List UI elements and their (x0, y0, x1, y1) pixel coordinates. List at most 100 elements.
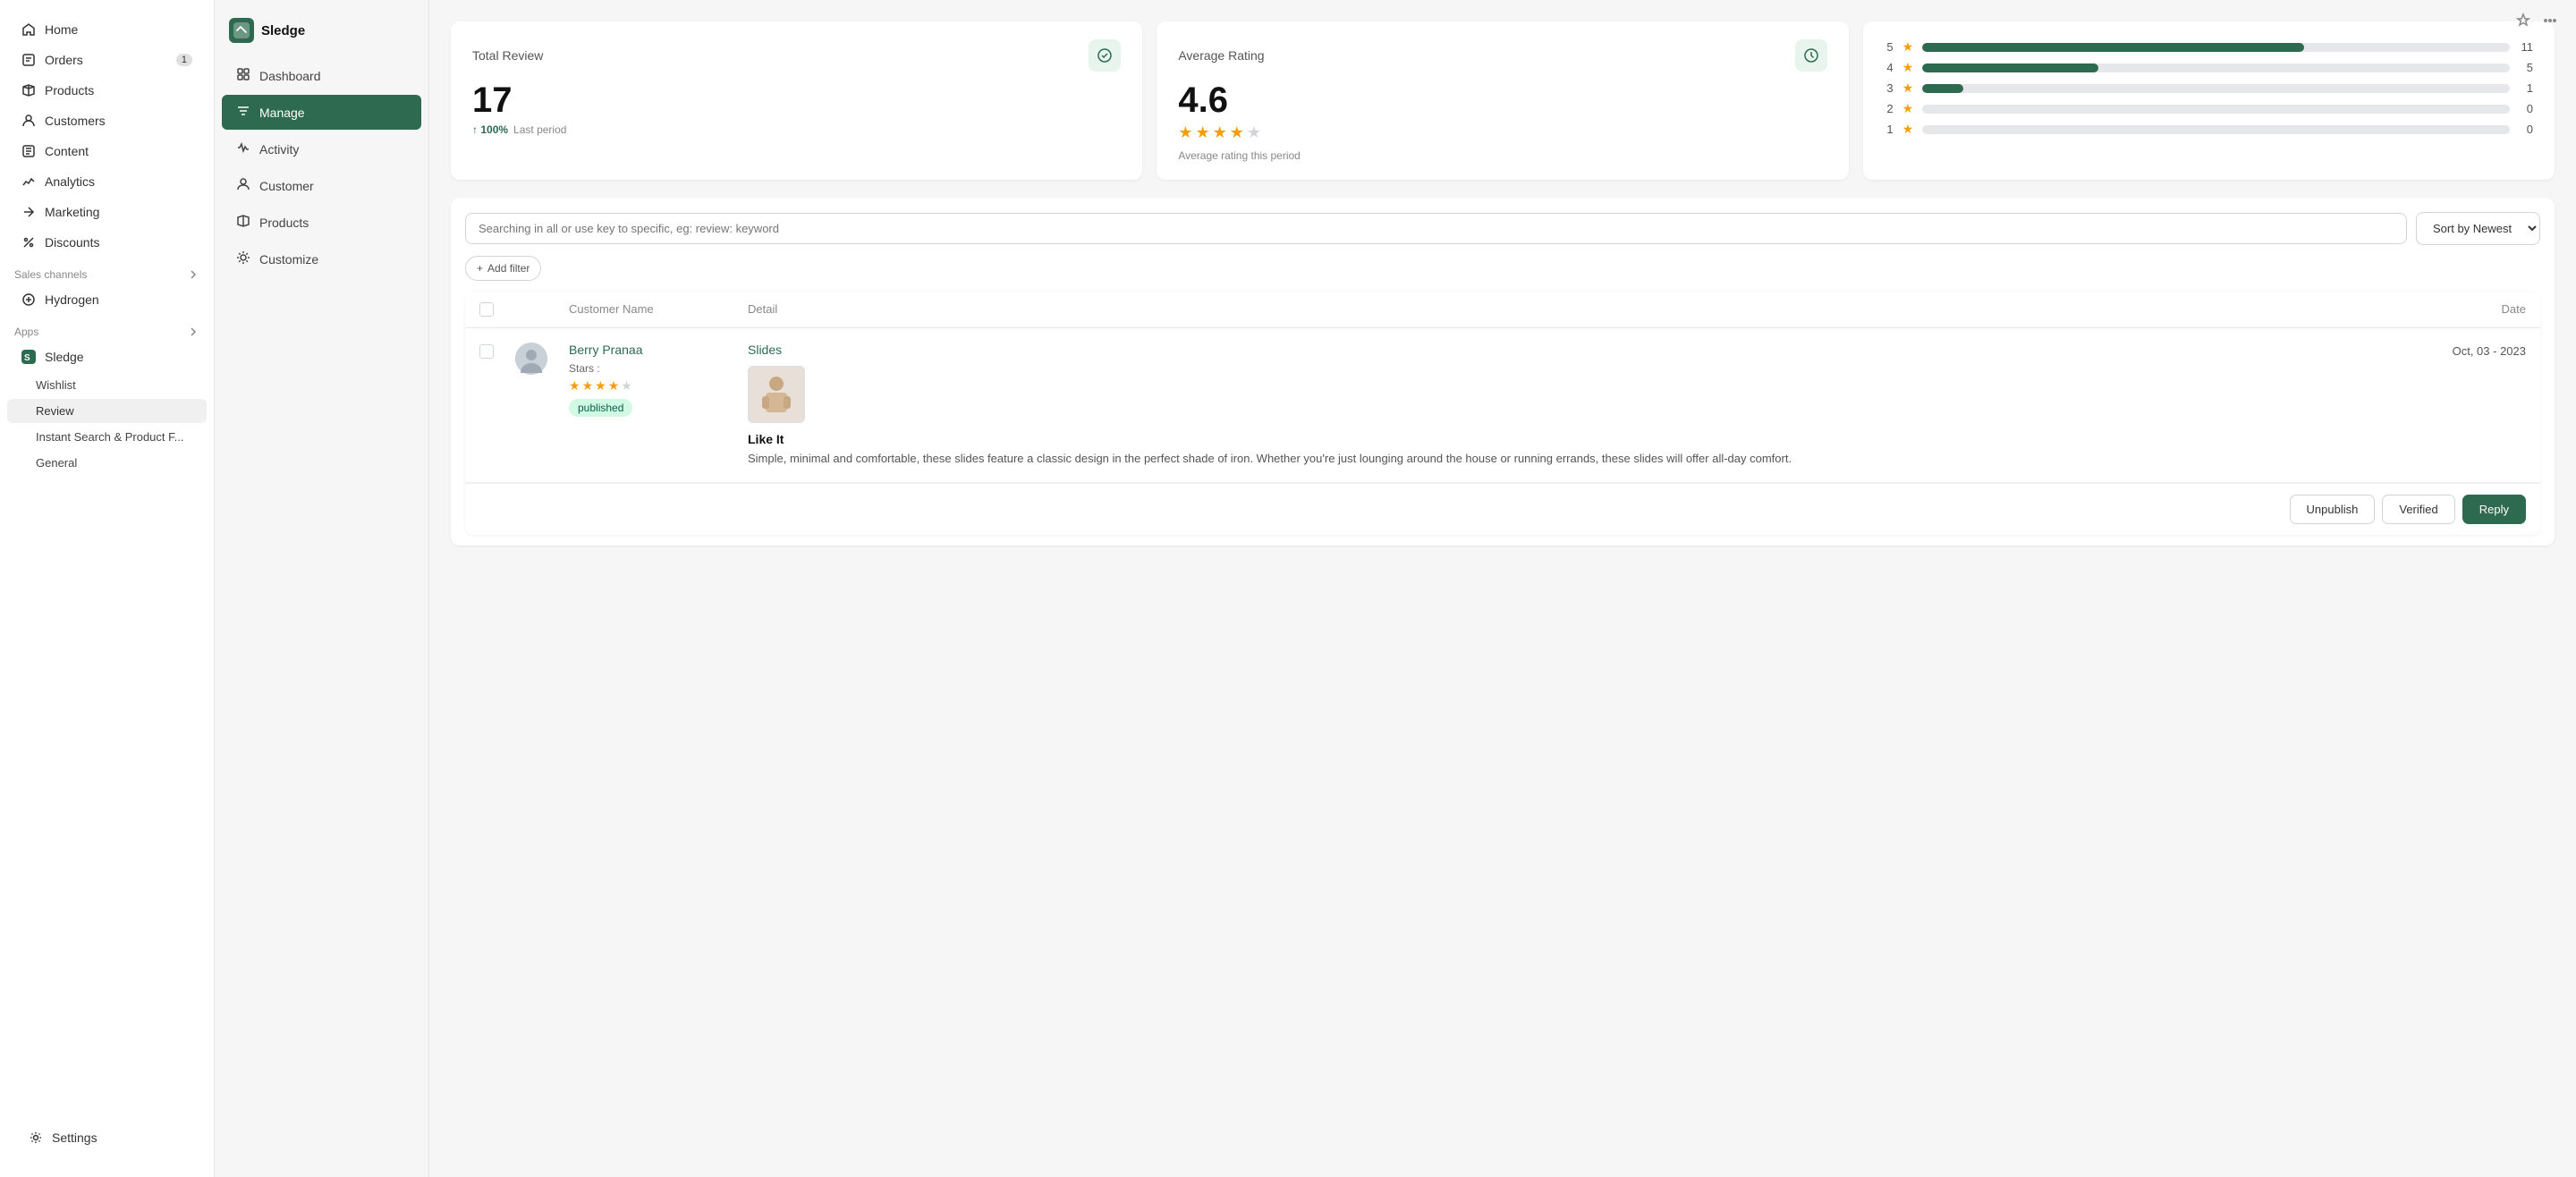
sales-channels-label: Sales channels (0, 258, 214, 284)
row-star-1: ★ (569, 378, 580, 394)
row-star-4: ★ (608, 378, 620, 394)
row-date: Oct, 03 - 2023 (2383, 343, 2526, 358)
home-icon (21, 22, 36, 37)
status-badge: published (569, 399, 632, 417)
reply-button[interactable]: Reply (2462, 495, 2526, 524)
rating-3-fill (1922, 84, 1963, 93)
sidebar-item-marketing[interactable]: Marketing (7, 198, 207, 226)
rating-5-num: 5 (1885, 40, 1894, 54)
rating-4-star: ★ (1902, 60, 1914, 75)
sub-menu-customize-label: Customize (259, 252, 318, 267)
svg-text:S: S (24, 353, 30, 363)
rating-bars-card: 5 ★ 11 4 ★ 5 3 ★ 1 (1863, 21, 2555, 180)
more-options-icon[interactable] (2542, 13, 2558, 31)
unpublish-button[interactable]: Unpublish (2290, 495, 2376, 524)
main-content: Total Review 17 ↑ 100% Last period Avera (429, 0, 2576, 1177)
sidebar-item-customers-label: Customers (45, 114, 106, 128)
settings-label: Settings (52, 1130, 97, 1145)
stars-label: Stars : (569, 362, 748, 375)
row-star-3: ★ (595, 378, 606, 394)
sidebar-sub-review[interactable]: Review (7, 399, 207, 423)
star-3: ★ (1213, 123, 1227, 142)
rating-1-bg (1922, 125, 2510, 134)
add-filter-btn[interactable]: + Add filter (465, 256, 2540, 281)
analytics-icon (21, 174, 36, 189)
verified-button[interactable]: Verified (2382, 495, 2454, 524)
customize-icon (236, 250, 250, 267)
apps-label: Apps (0, 315, 214, 342)
rating-4-bg (1922, 64, 2510, 72)
sub-menu-customize[interactable]: Customize (222, 241, 421, 276)
sidebar-item-products[interactable]: Products (7, 76, 207, 105)
add-filter-label: Add filter (487, 262, 530, 275)
sub-sidebar-title: Sledge (261, 23, 305, 38)
sidebar-sub-review-label: Review (36, 404, 74, 418)
sub-menu-dashboard-label: Dashboard (259, 69, 321, 83)
add-filter-button[interactable]: + Add filter (465, 256, 541, 281)
sidebar-item-sledge-app[interactable]: S Sledge (7, 343, 207, 371)
sidebar-item-discounts[interactable]: Discounts (7, 228, 207, 257)
products2-icon (236, 214, 250, 231)
search-input[interactable] (465, 213, 2407, 244)
sub-menu-dashboard[interactable]: Dashboard (222, 58, 421, 93)
star-5: ★ (1247, 123, 1261, 142)
sidebar-item-sledge-label: Sledge (45, 350, 84, 364)
sidebar-item-content[interactable]: Content (7, 137, 207, 165)
rating-1-num: 1 (1885, 123, 1894, 136)
pin-icon[interactable] (2515, 13, 2531, 31)
stat-cards: Total Review 17 ↑ 100% Last period Avera (451, 21, 2555, 180)
sidebar-item-products-label: Products (45, 83, 94, 97)
row-checkbox[interactable] (479, 344, 494, 359)
rating-4-num: 4 (1885, 61, 1894, 74)
rating-3-star: ★ (1902, 80, 1914, 96)
rating-5-count: 11 (2519, 40, 2533, 54)
rating-1-count: 0 (2519, 123, 2533, 136)
header-avatar-cell (515, 302, 569, 317)
sidebar-item-orders[interactable]: Orders 1 (7, 46, 207, 74)
rating-2-count: 0 (2519, 102, 2533, 115)
sidebar-sub-wishlist[interactable]: Wishlist (7, 373, 207, 397)
total-review-title: Total Review (472, 48, 543, 63)
sub-menu-products-label: Products (259, 216, 309, 230)
rating-2-star: ★ (1902, 101, 1914, 116)
sub-menu-manage[interactable]: Manage (222, 95, 421, 130)
sidebar-item-hydrogen-label: Hydrogen (45, 292, 99, 307)
average-rating-title: Average Rating (1178, 48, 1264, 63)
star-2: ★ (1195, 123, 1209, 142)
sidebar-item-analytics[interactable]: Analytics (7, 167, 207, 196)
rating-icon (1795, 39, 1827, 72)
sub-menu-products[interactable]: Products (222, 205, 421, 240)
sidebar-item-hydrogen[interactable]: Hydrogen (7, 285, 207, 314)
rating-3-bg (1922, 84, 2510, 93)
sort-select[interactable]: Sort by Newest (2416, 212, 2540, 245)
rating-2-bg (1922, 105, 2510, 114)
sidebar-item-customers[interactable]: Customers (7, 106, 207, 135)
customers-icon (21, 114, 36, 128)
sub-menu-customer-label: Customer (259, 179, 314, 193)
star-1: ★ (1178, 123, 1192, 142)
product-image (748, 366, 805, 423)
review-icon (1089, 39, 1121, 72)
top-bar-icons (2515, 13, 2558, 31)
rating-1-star: ★ (1902, 122, 1914, 137)
sidebar-item-home-label: Home (45, 22, 78, 37)
sidebar-item-home[interactable]: Home (7, 15, 207, 44)
product-name-link[interactable]: Slides (748, 343, 2383, 357)
header-customer-name: Customer Name (569, 302, 748, 317)
sidebar-sub-general[interactable]: General (7, 451, 207, 475)
rating-5-bg (1922, 43, 2510, 52)
sub-menu-activity-label: Activity (259, 142, 299, 157)
hydrogen-icon (21, 292, 36, 307)
sub-sidebar: Sledge Dashboard Manage Activity (215, 0, 429, 1177)
sidebar-sub-wishlist-label: Wishlist (36, 378, 76, 392)
select-all-checkbox[interactable] (479, 302, 494, 317)
action-buttons: Unpublish Verified Reply (465, 483, 2540, 535)
sidebar-sub-instant-search-label: Instant Search & Product F... (36, 430, 183, 444)
sidebar-sub-instant-search[interactable]: Instant Search & Product F... (7, 425, 207, 449)
total-review-sub: ↑ 100% Last period (472, 123, 1121, 136)
average-rating-value: 4.6 (1178, 82, 1826, 118)
sub-menu-customer[interactable]: Customer (222, 168, 421, 203)
sidebar-item-settings[interactable]: Settings (14, 1123, 199, 1152)
sub-menu-activity[interactable]: Activity (222, 131, 421, 166)
rating-2-num: 2 (1885, 102, 1894, 115)
